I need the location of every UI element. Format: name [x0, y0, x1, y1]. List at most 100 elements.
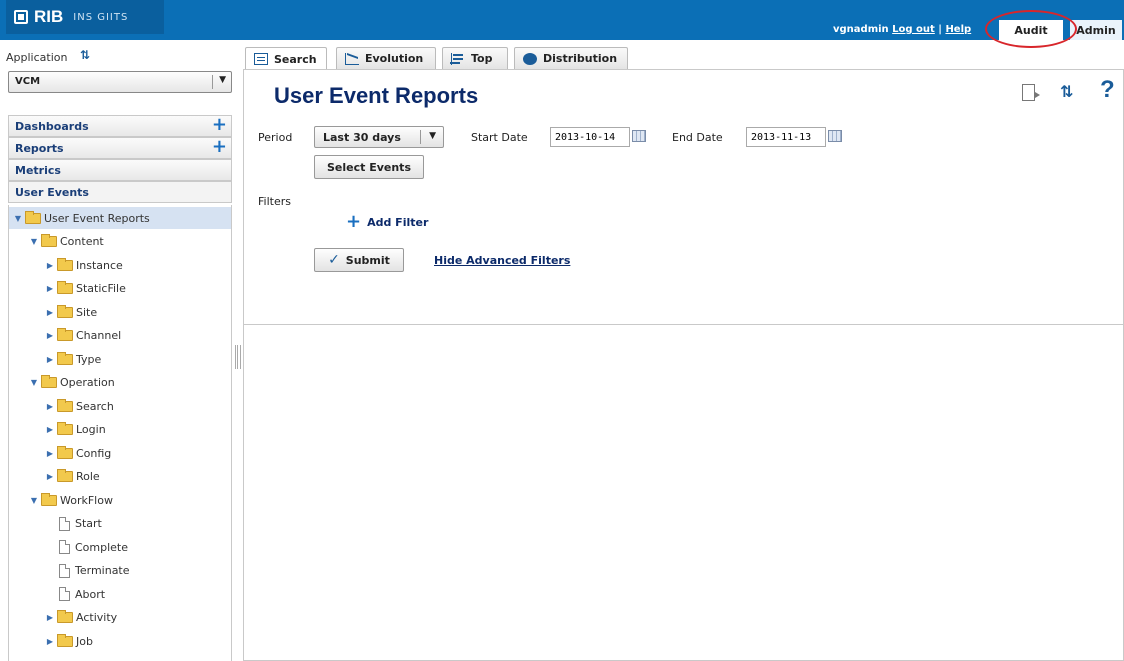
add-filter-label: Add Filter	[367, 215, 429, 229]
logo-icon	[14, 10, 28, 24]
add-filter-button[interactable]: + Add Filter	[346, 211, 429, 232]
period-label: Period	[258, 131, 293, 144]
tree-item-label: Abort	[75, 587, 106, 601]
hide-advanced-filters-link[interactable]: Hide Advanced Filters	[434, 254, 570, 267]
collapse-arrow-icon[interactable]: ▼	[29, 237, 39, 246]
sidebar-section-label: Reports	[15, 142, 64, 155]
start-date-input[interactable]	[550, 127, 630, 147]
tree-item-terminate[interactable]: Terminate	[9, 560, 231, 582]
tree-item-content[interactable]: ▼ Content	[9, 231, 231, 253]
tree-item-activity[interactable]: ▶ Activity	[9, 607, 231, 629]
folder-icon	[57, 328, 73, 341]
period-select[interactable]: Last 30 days ▼	[314, 126, 444, 148]
tab-search[interactable]: Search	[245, 47, 327, 70]
tab-top[interactable]: Top	[442, 47, 508, 69]
folder-icon	[41, 492, 57, 506]
application-select[interactable]: VCM ▼	[8, 71, 232, 93]
tree-item-label: Start	[75, 517, 102, 530]
expand-arrow-icon[interactable]: ▶	[45, 637, 55, 646]
calendar-icon[interactable]	[632, 130, 646, 142]
folder-icon	[41, 375, 57, 388]
add-icon: +	[346, 211, 362, 232]
tab-distribution[interactable]: Distribution	[514, 47, 628, 69]
logout-link[interactable]: Log out	[892, 24, 935, 35]
swap-icon[interactable]: ⇅	[1060, 82, 1073, 101]
tree-item-label: Activity	[76, 611, 118, 624]
event-tree: ▼ User Event Reports ▼ Content ▶ Instance ▶ Sta…	[8, 205, 232, 661]
expand-arrow-icon[interactable]: ▶	[45, 355, 55, 364]
add-dashboard-icon[interactable]: +	[212, 116, 227, 134]
expand-arrow-icon[interactable]: ▶	[45, 613, 55, 622]
tree-item-login[interactable]: ▶ Login	[9, 419, 231, 441]
tree-item-user-event-reports[interactable]: ▼ User Event Reports	[9, 207, 231, 229]
chevron-down-icon: ▼	[219, 75, 226, 85]
tree-item-label: User Event Reports	[44, 211, 150, 225]
add-report-icon[interactable]: +	[212, 138, 227, 156]
sidebar-section-label: Dashboards	[15, 120, 89, 133]
folder-icon	[57, 633, 73, 647]
tree-item-label: Channel	[76, 329, 122, 342]
collapse-arrow-icon[interactable]: ▼	[29, 378, 39, 387]
tree-item-label: Config	[76, 446, 112, 460]
tree-item-label: Terminate	[75, 564, 130, 577]
tree-item-start[interactable]: Start	[9, 513, 231, 535]
tree-item-job[interactable]: ▶ Job	[9, 630, 231, 652]
username: vgnadmin	[833, 24, 889, 35]
tree-item-channel[interactable]: ▶ Channel	[9, 325, 231, 347]
tree-item-label: Job	[76, 634, 93, 648]
collapse-arrow-icon[interactable]: ▼	[13, 214, 23, 223]
user-area: vgnadmin Log out | Help	[833, 24, 971, 35]
collapse-arrow-icon[interactable]: ▼	[29, 496, 39, 505]
folder-icon	[57, 398, 73, 412]
tree-item-site[interactable]: ▶ Site	[9, 301, 231, 323]
expand-arrow-icon[interactable]: ▶	[45, 308, 55, 317]
panel-splitter-handle[interactable]	[235, 345, 241, 369]
tree-item-label: Type	[76, 352, 102, 366]
help-link[interactable]: Help	[945, 24, 971, 35]
tree-item-role[interactable]: ▶ Role	[9, 466, 231, 488]
expand-arrow-icon[interactable]: ▶	[45, 331, 55, 340]
expand-arrow-icon[interactable]: ▶	[45, 402, 55, 411]
tree-item-operation[interactable]: ▼ Operation	[9, 372, 231, 394]
tree-item-staticfile[interactable]: ▶ StaticFile	[9, 278, 231, 300]
tab-admin[interactable]: Admin	[1070, 20, 1122, 40]
sidebar-section-metrics[interactable]: Metrics	[8, 159, 232, 181]
expand-arrow-icon[interactable]: ▶	[45, 449, 55, 458]
select-events-button[interactable]: Select Events	[314, 155, 424, 179]
end-date-input[interactable]	[746, 127, 826, 147]
calendar-icon[interactable]	[828, 130, 842, 142]
sidebar-section-user-events[interactable]: User Events	[8, 181, 232, 203]
tree-item-label: WorkFlow	[60, 493, 113, 507]
tree-item-config[interactable]: ▶ Config	[9, 442, 231, 464]
tab-evolution[interactable]: Evolution	[336, 47, 436, 69]
tree-item-instance[interactable]: ▶ Instance	[9, 254, 231, 276]
tree-item-abort[interactable]: Abort	[9, 583, 231, 605]
expand-arrow-icon[interactable]: ▶	[45, 425, 55, 434]
file-icon	[59, 516, 70, 531]
expand-arrow-icon[interactable]: ▶	[45, 284, 55, 293]
logo-brand: RIB	[34, 7, 64, 26]
folder-icon	[57, 257, 73, 271]
tree-item-label: StaticFile	[76, 282, 126, 295]
tree-item-complete[interactable]: Complete	[9, 536, 231, 558]
sidebar-section-dashboards[interactable]: Dashboards +	[8, 115, 232, 137]
submit-button[interactable]: ✓ Submit	[314, 248, 404, 272]
period-select-value: Last 30 days	[323, 131, 401, 144]
sidebar-section-reports[interactable]: Reports +	[8, 137, 232, 159]
expand-arrow-icon[interactable]: ▶	[45, 261, 55, 270]
tab-label: Distribution	[543, 52, 618, 65]
end-date-label: End Date	[672, 131, 723, 144]
swap-icon[interactable]: ⇅	[80, 48, 90, 62]
folder-icon	[41, 234, 57, 247]
expand-arrow-icon[interactable]: ▶	[45, 472, 55, 481]
sidebar-section-label: User Events	[15, 186, 89, 199]
tree-item-type[interactable]: ▶ Type	[9, 348, 231, 370]
top-header: RIB INS GIITS vgnadmin Log out | Help Au…	[0, 0, 1124, 48]
main-panel: Search Evolution Top Distribution User E…	[243, 44, 1124, 661]
export-page-icon[interactable]	[1022, 84, 1040, 101]
tree-item-workflow[interactable]: ▼ WorkFlow	[9, 489, 231, 511]
file-icon	[59, 540, 70, 554]
tree-item-search[interactable]: ▶ Search	[9, 395, 231, 417]
select-separator	[212, 75, 213, 89]
help-icon[interactable]: ?	[1100, 76, 1115, 104]
